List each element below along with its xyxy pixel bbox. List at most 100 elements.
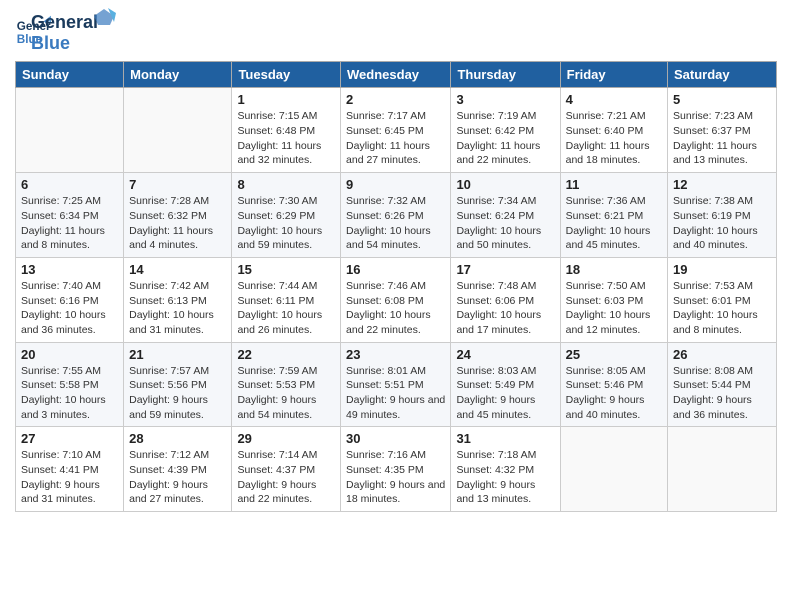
day-info: Sunrise: 8:08 AMSunset: 5:44 PMDaylight:… bbox=[673, 364, 771, 423]
day-info: Sunrise: 8:05 AMSunset: 5:46 PMDaylight:… bbox=[566, 364, 662, 423]
weekday-header-saturday: Saturday bbox=[668, 62, 777, 88]
day-number: 16 bbox=[346, 262, 445, 277]
calendar-cell: 17Sunrise: 7:48 AMSunset: 6:06 PMDayligh… bbox=[451, 257, 560, 342]
calendar-cell: 10Sunrise: 7:34 AMSunset: 6:24 PMDayligh… bbox=[451, 173, 560, 258]
day-number: 6 bbox=[21, 177, 118, 192]
calendar-cell: 31 Sunrise: 7:18 AMSunset: 4:32 PMDayligh… bbox=[451, 427, 560, 512]
day-info: Sunrise: 7:48 AMSunset: 6:06 PMDaylight:… bbox=[456, 279, 554, 338]
day-info: Sunrise: 7:18 AMSunset: 4:32 PMDaylight:… bbox=[456, 448, 554, 507]
logo: General Blue General Blue bbox=[15, 10, 98, 53]
calendar-cell: 12 Sunrise: 7:38 AMSunset: 6:19 PMDayligh… bbox=[668, 173, 777, 258]
day-info: Sunrise: 7:17 AMSunset: 6:45 PMDaylight:… bbox=[346, 109, 445, 168]
day-info: Sunrise: 8:03 AMSunset: 5:49 PMDaylight:… bbox=[456, 364, 554, 423]
day-number: 10 bbox=[456, 177, 554, 192]
day-number: 30 bbox=[346, 431, 445, 446]
calendar-cell bbox=[560, 427, 667, 512]
day-number: 12 bbox=[673, 177, 771, 192]
calendar-table: SundayMondayTuesdayWednesdayThursdayFrid… bbox=[15, 61, 777, 512]
day-info: Sunrise: 7:40 AMSunset: 6:16 PMDaylight:… bbox=[21, 279, 118, 338]
day-number: 11 bbox=[566, 177, 662, 192]
day-number: 15 bbox=[237, 262, 335, 277]
calendar-cell: 20 Sunrise: 7:55 AMSunset: 5:58 PMDayligh… bbox=[16, 342, 124, 427]
day-info: Sunrise: 7:44 AMSunset: 6:11 PMDaylight:… bbox=[237, 279, 335, 338]
day-info: Sunrise: 7:42 AMSunset: 6:13 PMDaylight:… bbox=[129, 279, 226, 338]
week-row-1: 1 Sunrise: 7:15 AMSunset: 6:48 PMDaylight… bbox=[16, 88, 777, 173]
calendar-cell: 23 Sunrise: 8:01 AMSunset: 5:51 PMDayligh… bbox=[341, 342, 451, 427]
calendar-cell: 3 Sunrise: 7:19 AMSunset: 6:42 PMDaylight… bbox=[451, 88, 560, 173]
calendar-cell: 4 Sunrise: 7:21 AMSunset: 6:40 PMDaylight… bbox=[560, 88, 667, 173]
day-number: 28 bbox=[129, 431, 226, 446]
day-number: 9 bbox=[346, 177, 445, 192]
week-row-4: 20 Sunrise: 7:55 AMSunset: 5:58 PMDayligh… bbox=[16, 342, 777, 427]
day-info: Sunrise: 8:01 AMSunset: 5:51 PMDaylight:… bbox=[346, 364, 445, 423]
day-number: 31 bbox=[456, 431, 554, 446]
day-info: Sunrise: 7:15 AMSunset: 6:48 PMDaylight:… bbox=[237, 109, 335, 168]
day-info: Sunrise: 7:57 AMSunset: 5:56 PMDaylight:… bbox=[129, 364, 226, 423]
calendar-cell: 28 Sunrise: 7:12 AMSunset: 4:39 PMDayligh… bbox=[124, 427, 232, 512]
day-info: Sunrise: 7:55 AMSunset: 5:58 PMDaylight:… bbox=[21, 364, 118, 423]
calendar-cell bbox=[124, 88, 232, 173]
day-info: Sunrise: 7:21 AMSunset: 6:40 PMDaylight:… bbox=[566, 109, 662, 168]
day-info: Sunrise: 7:16 AMSunset: 4:35 PMDaylight:… bbox=[346, 448, 445, 507]
logo-blue: Blue bbox=[31, 33, 98, 54]
day-info: Sunrise: 7:36 AMSunset: 6:21 PMDaylight:… bbox=[566, 194, 662, 253]
day-number: 14 bbox=[129, 262, 226, 277]
calendar-page: General Blue General Blue bbox=[0, 0, 792, 522]
calendar-cell: 19Sunrise: 7:53 AMSunset: 6:01 PMDayligh… bbox=[668, 257, 777, 342]
day-info: Sunrise: 7:14 AMSunset: 4:37 PMDaylight:… bbox=[237, 448, 335, 507]
calendar-cell: 30 Sunrise: 7:16 AMSunset: 4:35 PMDayligh… bbox=[341, 427, 451, 512]
weekday-header-friday: Friday bbox=[560, 62, 667, 88]
calendar-cell: 7 Sunrise: 7:28 AMSunset: 6:32 PMDaylight… bbox=[124, 173, 232, 258]
header: General Blue General Blue bbox=[15, 10, 777, 53]
week-row-2: 6 Sunrise: 7:25 AMSunset: 6:34 PMDaylight… bbox=[16, 173, 777, 258]
calendar-cell: 8Sunrise: 7:30 AMSunset: 6:29 PMDaylight… bbox=[232, 173, 341, 258]
calendar-cell: 15 Sunrise: 7:44 AMSunset: 6:11 PMDayligh… bbox=[232, 257, 341, 342]
day-info: Sunrise: 7:38 AMSunset: 6:19 PMDaylight:… bbox=[673, 194, 771, 253]
calendar-cell: 26 Sunrise: 8:08 AMSunset: 5:44 PMDayligh… bbox=[668, 342, 777, 427]
calendar-body: 1 Sunrise: 7:15 AMSunset: 6:48 PMDaylight… bbox=[16, 88, 777, 512]
calendar-cell: 16 Sunrise: 7:46 AMSunset: 6:08 PMDayligh… bbox=[341, 257, 451, 342]
day-info: Sunrise: 7:25 AMSunset: 6:34 PMDaylight:… bbox=[21, 194, 118, 253]
day-info: Sunrise: 7:28 AMSunset: 6:32 PMDaylight:… bbox=[129, 194, 226, 253]
calendar-cell: 13Sunrise: 7:40 AMSunset: 6:16 PMDayligh… bbox=[16, 257, 124, 342]
day-number: 26 bbox=[673, 347, 771, 362]
day-number: 20 bbox=[21, 347, 118, 362]
calendar-cell: 1 Sunrise: 7:15 AMSunset: 6:48 PMDaylight… bbox=[232, 88, 341, 173]
calendar-cell: 27 Sunrise: 7:10 AMSunset: 4:41 PMDayligh… bbox=[16, 427, 124, 512]
day-number: 22 bbox=[237, 347, 335, 362]
day-number: 21 bbox=[129, 347, 226, 362]
weekday-header-thursday: Thursday bbox=[451, 62, 560, 88]
day-info: Sunrise: 7:10 AMSunset: 4:41 PMDaylight:… bbox=[21, 448, 118, 507]
day-info: Sunrise: 7:23 AMSunset: 6:37 PMDaylight:… bbox=[673, 109, 771, 168]
day-number: 23 bbox=[346, 347, 445, 362]
day-info: Sunrise: 7:12 AMSunset: 4:39 PMDaylight:… bbox=[129, 448, 226, 507]
calendar-cell: 29Sunrise: 7:14 AMSunset: 4:37 PMDayligh… bbox=[232, 427, 341, 512]
day-number: 2 bbox=[346, 92, 445, 107]
day-number: 27 bbox=[21, 431, 118, 446]
weekday-header-sunday: Sunday bbox=[16, 62, 124, 88]
day-info: Sunrise: 7:30 AMSunset: 6:29 PMDaylight:… bbox=[237, 194, 335, 253]
calendar-cell: 5 Sunrise: 7:23 AMSunset: 6:37 PMDaylight… bbox=[668, 88, 777, 173]
calendar-cell: 25Sunrise: 8:05 AMSunset: 5:46 PMDayligh… bbox=[560, 342, 667, 427]
weekday-header-row: SundayMondayTuesdayWednesdayThursdayFrid… bbox=[16, 62, 777, 88]
day-info: Sunrise: 7:59 AMSunset: 5:53 PMDaylight:… bbox=[237, 364, 335, 423]
calendar-cell: 6 Sunrise: 7:25 AMSunset: 6:34 PMDaylight… bbox=[16, 173, 124, 258]
weekday-header-monday: Monday bbox=[124, 62, 232, 88]
day-number: 3 bbox=[456, 92, 554, 107]
day-number: 1 bbox=[237, 92, 335, 107]
calendar-cell bbox=[668, 427, 777, 512]
weekday-header-tuesday: Tuesday bbox=[232, 62, 341, 88]
day-number: 5 bbox=[673, 92, 771, 107]
day-info: Sunrise: 7:46 AMSunset: 6:08 PMDaylight:… bbox=[346, 279, 445, 338]
day-number: 18 bbox=[566, 262, 662, 277]
calendar-cell: 11 Sunrise: 7:36 AMSunset: 6:21 PMDayligh… bbox=[560, 173, 667, 258]
calendar-header: SundayMondayTuesdayWednesdayThursdayFrid… bbox=[16, 62, 777, 88]
week-row-5: 27 Sunrise: 7:10 AMSunset: 4:41 PMDayligh… bbox=[16, 427, 777, 512]
week-row-3: 13Sunrise: 7:40 AMSunset: 6:16 PMDayligh… bbox=[16, 257, 777, 342]
calendar-cell: 18 Sunrise: 7:50 AMSunset: 6:03 PMDayligh… bbox=[560, 257, 667, 342]
day-number: 4 bbox=[566, 92, 662, 107]
day-info: Sunrise: 7:50 AMSunset: 6:03 PMDaylight:… bbox=[566, 279, 662, 338]
day-info: Sunrise: 7:19 AMSunset: 6:42 PMDaylight:… bbox=[456, 109, 554, 168]
calendar-cell: 21 Sunrise: 7:57 AMSunset: 5:56 PMDayligh… bbox=[124, 342, 232, 427]
day-number: 7 bbox=[129, 177, 226, 192]
